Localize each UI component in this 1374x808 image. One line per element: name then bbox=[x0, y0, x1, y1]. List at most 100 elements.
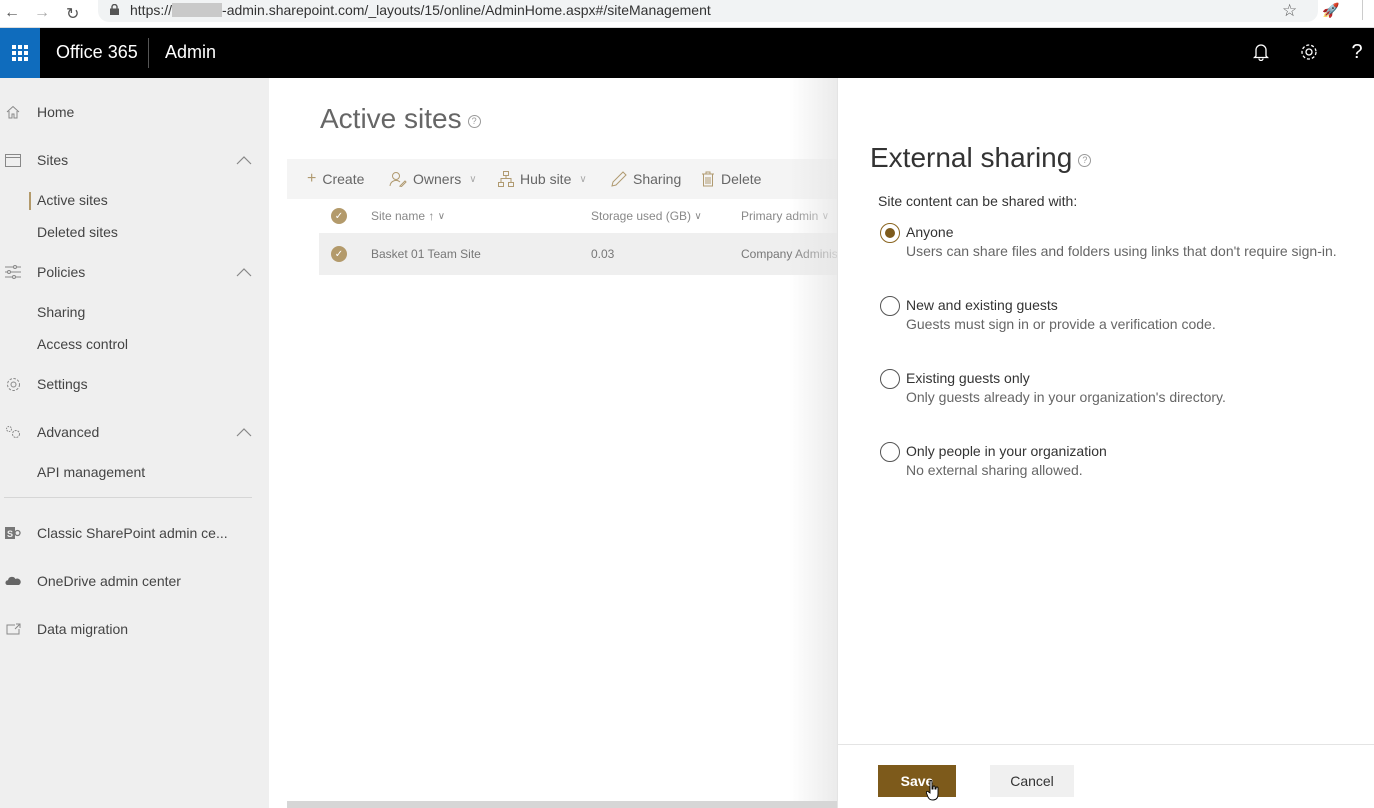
gear-icon bbox=[1301, 44, 1317, 60]
settings-icon bbox=[4, 375, 22, 393]
profile-icon[interactable] bbox=[1362, 0, 1374, 20]
option-label: New and existing guests bbox=[906, 297, 1058, 313]
row-checkbox[interactable]: ✓ bbox=[331, 233, 347, 275]
nav-access-control[interactable]: Access control bbox=[0, 329, 269, 359]
command-label: Create bbox=[322, 171, 365, 187]
brand-name[interactable]: Office 365 bbox=[56, 42, 138, 63]
help-circle-icon[interactable]: ? bbox=[467, 115, 481, 128]
command-label: Sharing bbox=[633, 171, 682, 187]
nav-label: Active sites bbox=[37, 192, 108, 208]
home-icon bbox=[4, 103, 22, 121]
nav-api-management[interactable]: API management bbox=[0, 457, 269, 487]
select-all-checkbox[interactable]: ✓ bbox=[331, 201, 347, 231]
data-migration-icon bbox=[4, 620, 22, 638]
nav-home[interactable]: Home bbox=[0, 97, 269, 127]
nav-label: API management bbox=[37, 464, 146, 480]
chevron-down-icon: ∨ bbox=[469, 173, 477, 185]
main-content: Active sites? + Create Owners ∨ Hub site… bbox=[269, 78, 859, 808]
radio-button[interactable] bbox=[880, 296, 900, 316]
nav-label: Classic SharePoint admin ce... bbox=[37, 525, 228, 541]
plus-icon: + bbox=[307, 170, 317, 187]
option-label: Anyone bbox=[906, 224, 954, 240]
sharing-button[interactable]: Sharing bbox=[611, 159, 681, 199]
svg-text:S: S bbox=[7, 529, 13, 539]
option-description: Users can share files and folders using … bbox=[906, 243, 1337, 259]
settings-button[interactable] bbox=[1297, 40, 1321, 64]
back-icon[interactable]: ← bbox=[4, 4, 20, 22]
cancel-button[interactable]: Cancel bbox=[990, 765, 1074, 797]
url-text: https://-admin.sharepoint.com/_layouts/1… bbox=[130, 2, 711, 18]
nav-settings[interactable]: Settings bbox=[0, 369, 269, 399]
lock-icon bbox=[110, 4, 119, 15]
sort-ascending-icon: ↑ bbox=[428, 209, 435, 223]
bookmark-star-icon[interactable]: ☆ bbox=[1282, 1, 1297, 21]
policies-icon bbox=[4, 263, 22, 281]
pencil-icon bbox=[611, 171, 627, 187]
nav-label: Access control bbox=[37, 336, 129, 352]
nav-onedrive[interactable]: OneDrive admin center bbox=[0, 566, 269, 596]
nav-classic-sharepoint[interactable]: S Classic SharePoint admin ce... bbox=[0, 518, 269, 548]
nav-sharing[interactable]: Sharing bbox=[0, 297, 269, 327]
panel-subtitle: Site content can be shared with: bbox=[878, 193, 1078, 209]
reload-icon[interactable]: ↻ bbox=[66, 4, 79, 24]
nav-label: Sharing bbox=[37, 304, 86, 320]
owners-button[interactable]: Owners ∨ bbox=[389, 159, 477, 199]
cell-storage: 0.03 bbox=[591, 247, 615, 261]
radio-option-existing-guests[interactable]: Existing guests only Only guests already… bbox=[878, 369, 1358, 413]
forward-icon[interactable]: → bbox=[34, 4, 50, 22]
nav-policies[interactable]: Policies bbox=[0, 257, 269, 287]
radio-button[interactable] bbox=[880, 369, 900, 389]
nav-advanced[interactable]: Advanced bbox=[0, 417, 269, 447]
nav-deleted-sites[interactable]: Deleted sites bbox=[0, 217, 269, 247]
chevron-up-icon[interactable] bbox=[236, 155, 252, 165]
nav-sites[interactable]: Sites bbox=[0, 145, 269, 175]
nav-label: Deleted sites bbox=[37, 224, 118, 240]
column-header-site-name[interactable]: Site name ↑ ∨ bbox=[371, 201, 445, 231]
nav-label: Sites bbox=[37, 152, 69, 168]
address-bar[interactable]: https://-admin.sharepoint.com/_layouts/1… bbox=[98, 0, 1318, 22]
help-circle-icon[interactable]: ? bbox=[1078, 154, 1092, 167]
browser-toolbar: ← → ↻ https://-admin.sharepoint.com/_lay… bbox=[0, 0, 1374, 28]
checkmark-icon: ✓ bbox=[331, 246, 347, 262]
nav-label: Home bbox=[37, 104, 75, 120]
radio-option-org-only[interactable]: Only people in your organization No exte… bbox=[878, 442, 1358, 486]
sites-icon bbox=[4, 151, 22, 169]
command-label: Hub site bbox=[520, 171, 572, 187]
option-description: Only guests already in your organization… bbox=[906, 389, 1226, 405]
command-label: Delete bbox=[721, 171, 762, 187]
onedrive-icon bbox=[4, 572, 22, 590]
app-name[interactable]: Admin bbox=[165, 42, 216, 63]
save-button[interactable]: Save bbox=[878, 765, 956, 797]
radio-button-selected[interactable] bbox=[880, 223, 900, 243]
suite-header: Office 365 Admin ? bbox=[0, 28, 1374, 78]
horizontal-scrollbar[interactable] bbox=[287, 801, 837, 808]
page-title: Active sites? bbox=[320, 103, 481, 135]
create-button[interactable]: + Create bbox=[307, 159, 364, 199]
nav-data-migration[interactable]: Data migration bbox=[0, 614, 269, 644]
chevron-down-icon: ∨ bbox=[579, 173, 587, 185]
option-description: No external sharing allowed. bbox=[906, 462, 1083, 478]
owners-icon bbox=[389, 172, 407, 187]
nav-active-sites[interactable]: Active sites bbox=[0, 185, 269, 215]
chevron-up-icon[interactable] bbox=[236, 267, 252, 277]
delete-button[interactable]: Delete bbox=[701, 159, 761, 199]
notifications-button[interactable] bbox=[1249, 40, 1273, 64]
radio-option-new-existing-guests[interactable]: New and existing guests Guests must sign… bbox=[878, 296, 1358, 340]
panel-footer-divider bbox=[838, 744, 1374, 745]
radio-button[interactable] bbox=[880, 442, 900, 462]
checkmark-icon: ✓ bbox=[331, 208, 347, 224]
radio-option-anyone[interactable]: Anyone Users can share files and folders… bbox=[878, 223, 1358, 267]
extension-rocket-icon[interactable]: 🚀 bbox=[1322, 2, 1339, 19]
table-row[interactable]: ✓ Basket 01 Team Site 0.03 Company Admin… bbox=[319, 233, 859, 275]
chevron-up-icon[interactable] bbox=[236, 427, 252, 437]
column-header-storage[interactable]: Storage used (GB) ∨ bbox=[591, 201, 702, 231]
panel-title: External sharing? bbox=[870, 142, 1092, 174]
cell-site-name[interactable]: Basket 01 Team Site bbox=[371, 233, 481, 275]
help-button[interactable]: ? bbox=[1345, 40, 1369, 64]
option-label: Only people in your organization bbox=[906, 443, 1107, 459]
nav-label: Policies bbox=[37, 264, 86, 280]
chevron-down-icon: ∨ bbox=[437, 210, 446, 222]
hub-site-button[interactable]: Hub site ∨ bbox=[498, 159, 587, 199]
chevron-down-icon: ∨ bbox=[694, 210, 702, 222]
app-launcher-button[interactable] bbox=[0, 28, 40, 78]
